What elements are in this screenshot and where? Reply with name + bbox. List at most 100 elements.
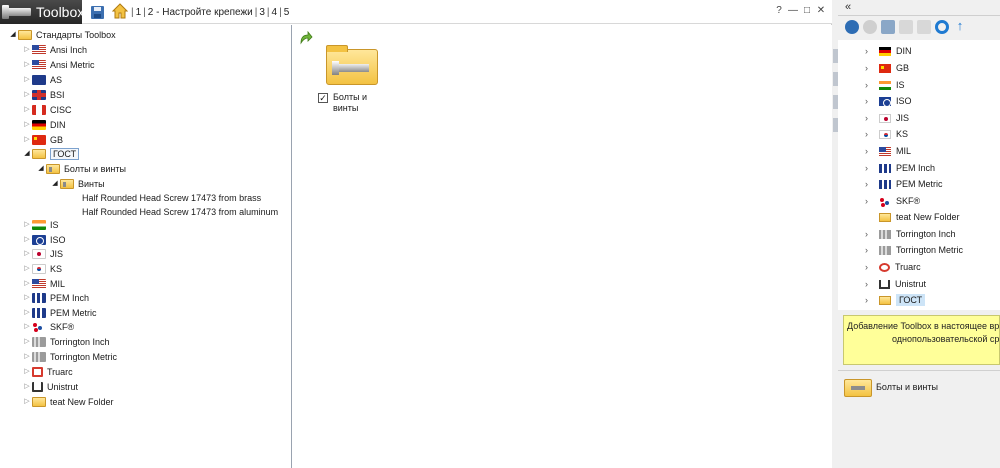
tree-item-as[interactable]: ▷ AS — [22, 73, 62, 87]
expand-arrow-icon[interactable]: ▷ — [22, 335, 32, 349]
expand-arrow-icon[interactable]: ▷ — [22, 58, 32, 72]
chevron-right-icon[interactable]: › — [865, 60, 879, 76]
expand-arrow-icon[interactable]: ▷ — [22, 277, 32, 291]
tree-item-iso[interactable]: ▷ ISO — [22, 233, 66, 247]
library-item-truarc[interactable]: › Truarc — [865, 259, 921, 275]
collapse-arrow-icon[interactable]: ◢ — [36, 162, 46, 176]
properties-icon[interactable] — [917, 20, 931, 34]
tree-item-torrington-metric[interactable]: ▷ Torrington Metric — [22, 350, 117, 364]
chevron-right-icon[interactable]: › — [865, 292, 879, 308]
tree-item-gb[interactable]: ▷ GB — [22, 133, 63, 147]
chevron-right-icon[interactable]: › — [865, 176, 879, 192]
expand-arrow-icon[interactable]: ▷ — [22, 262, 32, 276]
chevron-right-icon[interactable]: › — [865, 126, 879, 142]
tree-item-ks[interactable]: ▷ KS — [22, 262, 62, 276]
expand-arrow-icon[interactable]: ▷ — [22, 73, 32, 87]
expand-arrow-icon[interactable]: ▷ — [22, 233, 32, 247]
chevron-right-icon[interactable]: › — [865, 242, 879, 258]
library-item-ks[interactable]: › KS — [865, 126, 908, 142]
breadcrumb-step-1[interactable]: 1 — [136, 7, 142, 18]
up-arrow-icon[interactable]: ↑ — [953, 19, 967, 34]
chevron-right-icon[interactable]: › — [865, 143, 879, 159]
tree-root[interactable]: ◢ Стандарты Toolbox — [8, 28, 116, 42]
library-item-gost[interactable]: › ГОСТ — [865, 292, 926, 308]
up-folder-icon[interactable] — [299, 31, 313, 45]
chevron-right-icon[interactable]: › — [865, 259, 879, 275]
expand-arrow-icon[interactable]: ▷ — [22, 365, 32, 379]
tree-item-part-aluminum[interactable]: Half Rounded Head Screw 17473 from alumi… — [82, 205, 278, 219]
chevron-right-icon[interactable]: › — [865, 226, 879, 242]
expand-arrow-icon[interactable]: ▷ — [22, 395, 32, 409]
tree-item-is[interactable]: ▷ IS — [22, 218, 59, 232]
tree-item-mil[interactable]: ▷ MIL — [22, 277, 65, 291]
collapse-arrow-icon[interactable]: ◢ — [50, 177, 60, 191]
breadcrumb-step-4[interactable]: 4 — [272, 7, 278, 18]
save-icon[interactable] — [91, 6, 104, 19]
chevron-right-icon[interactable]: › — [865, 276, 879, 292]
forward-icon[interactable] — [863, 20, 877, 34]
expand-arrow-icon[interactable]: ▷ — [22, 291, 32, 305]
expand-arrow-icon[interactable]: ▷ — [22, 218, 32, 232]
chevron-right-icon[interactable]: › — [865, 110, 879, 126]
library-item-mil[interactable]: › MIL — [865, 143, 911, 159]
tree-item-torrington-inch[interactable]: ▷ Torrington Inch — [22, 335, 110, 349]
chevron-right-icon[interactable]: › — [865, 43, 879, 59]
chevron-right-icon[interactable]: › — [865, 77, 879, 93]
breadcrumb-step-3[interactable]: 3 — [259, 7, 265, 18]
expand-arrow-icon[interactable]: ▷ — [22, 320, 32, 334]
library-item-is[interactable]: › IS — [865, 77, 905, 93]
help-button[interactable]: ? — [772, 5, 786, 16]
chevron-right-icon[interactable]: › — [865, 160, 879, 176]
refresh-icon[interactable] — [935, 20, 949, 34]
add-library-icon[interactable] — [881, 20, 895, 34]
tree-item-bsi[interactable]: ▷ BSI — [22, 88, 65, 102]
expand-arrow-icon[interactable]: ▷ — [22, 133, 32, 147]
chevron-right-icon[interactable]: › — [865, 193, 879, 209]
remove-icon[interactable] — [899, 20, 913, 34]
tree-item-ansi-metric[interactable]: ▷ Ansi Metric — [22, 58, 95, 72]
library-item-jis[interactable]: › JIS — [865, 110, 909, 126]
tree-item-cisc[interactable]: ▷ CISC — [22, 103, 72, 117]
tree-item-part-brass[interactable]: Half Rounded Head Screw 17473 from brass — [82, 191, 261, 205]
expand-arrow-icon[interactable]: ▷ — [22, 350, 32, 364]
tree-item-unistrut[interactable]: ▷ Unistrut — [22, 380, 78, 394]
library-item-skf[interactable]: › SKF® — [865, 193, 920, 209]
expand-arrow-icon[interactable]: ▷ — [22, 380, 32, 394]
expand-arrow-icon[interactable]: ▷ — [22, 247, 32, 261]
tree-item-din[interactable]: ▷ DIN — [22, 118, 66, 132]
close-button[interactable]: ✕ — [814, 5, 828, 16]
breadcrumb-step-5[interactable]: 5 — [284, 7, 290, 18]
library-item-gb[interactable]: › GB — [865, 60, 909, 76]
tree-item-truarc[interactable]: ▷ Truarc — [22, 365, 73, 379]
collapse-arrow-icon[interactable]: ◢ — [22, 147, 32, 161]
expand-arrow-icon[interactable]: ▷ — [22, 88, 32, 102]
expand-arrow-icon[interactable]: ◢ — [8, 28, 18, 42]
library-item-din[interactable]: › DIN — [865, 43, 912, 59]
expand-arrow-icon[interactable]: ▷ — [22, 118, 32, 132]
library-item-iso[interactable]: › ISO — [865, 93, 912, 109]
design-library-tree[interactable]: › DIN › GB › IS › ISO › JIS › KS › MIL › PEM Inc… — [838, 40, 1000, 310]
library-item-pem-inch[interactable]: › PEM Inch — [865, 160, 935, 176]
expand-arrow-icon[interactable]: ▷ — [22, 43, 32, 57]
tree-item-skf[interactable]: ▷ SKF® — [22, 320, 74, 334]
library-item-pem-metric[interactable]: › PEM Metric — [865, 176, 943, 192]
library-item-torrington-metric[interactable]: › Torrington Metric — [865, 242, 963, 258]
library-item-torrington-inch[interactable]: › Torrington Inch — [865, 226, 956, 242]
tree-item-gost[interactable]: ◢ ГОСТ — [22, 147, 80, 161]
tree-item-pem-inch[interactable]: ▷ PEM Inch — [22, 291, 89, 305]
tree-item-ansi-inch[interactable]: ▷ Ansi Inch — [22, 43, 87, 57]
tree-item-pem-metric[interactable]: ▷ PEM Metric — [22, 306, 97, 320]
expand-arrow-icon[interactable]: ▷ — [22, 103, 32, 117]
back-icon[interactable] — [845, 20, 859, 34]
tree-item-jis[interactable]: ▷ JIS — [22, 247, 63, 261]
home-icon[interactable] — [112, 3, 128, 19]
minimize-button[interactable]: — — [786, 5, 800, 16]
bolts-folder-tile[interactable] — [326, 45, 378, 85]
standards-tree[interactable]: ◢ Стандарты Toolbox ▷ Ansi Inch ▷ Ansi Metr… — [0, 25, 292, 468]
tree-item-bolts-screws[interactable]: ◢ Болты и винты — [36, 162, 126, 176]
breadcrumb-step-2[interactable]: 2 - Настройте крепежи — [148, 7, 253, 18]
library-item-unistrut[interactable]: › Unistrut — [865, 276, 926, 292]
tree-item-teat-new-folder[interactable]: ▷ teat New Folder — [22, 395, 114, 409]
maximize-button[interactable]: □ — [800, 5, 814, 16]
include-checkbox[interactable]: ✓ — [318, 93, 328, 103]
